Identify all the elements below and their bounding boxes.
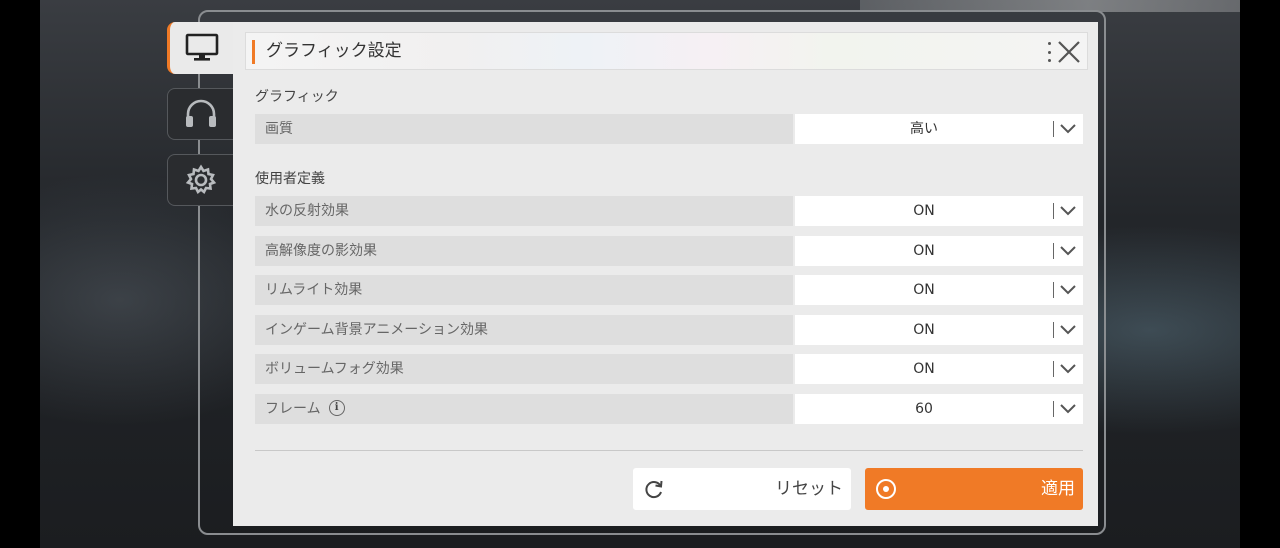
- dropdown-value: ON: [913, 243, 935, 259]
- dropdown-value: ON: [913, 361, 935, 377]
- divider: [255, 450, 1083, 451]
- dropdown-frame-rate[interactable]: 60: [795, 394, 1083, 424]
- row-label-hires-shadow: 高解像度の影効果: [255, 236, 793, 266]
- dropdown-value: ON: [913, 322, 935, 338]
- dropdown-quality[interactable]: 高い: [795, 114, 1083, 144]
- row-label-rim-light: リムライト効果: [255, 275, 793, 305]
- info-icon[interactable]: i: [328, 399, 345, 416]
- circle-dot-icon: [876, 479, 896, 499]
- refresh-icon: [645, 480, 663, 499]
- title-accent: [252, 40, 255, 64]
- row-label-quality: 画質: [255, 114, 793, 144]
- settings-panel: グラフィック設定 グラフィック 画質 高い 使用者定義 水の反射効果 ON 高解…: [233, 22, 1098, 526]
- chevron-down-icon: [1060, 206, 1076, 216]
- reset-button-label: リセット: [775, 479, 843, 499]
- letterbox-left: [0, 0, 40, 548]
- chevron-down-icon: [1060, 285, 1076, 295]
- chevron-down-icon: [1060, 325, 1076, 335]
- row-label-background-animation: インゲーム背景アニメーション効果: [255, 315, 793, 345]
- chevron-down-icon: [1060, 124, 1076, 134]
- tab-settings[interactable]: [167, 154, 233, 206]
- chevron-down-icon: [1060, 246, 1076, 256]
- dropdown-separator: [1053, 361, 1054, 377]
- dropdown-value: ON: [913, 203, 935, 219]
- dropdown-volume-fog[interactable]: ON: [795, 354, 1083, 384]
- dropdown-separator: [1053, 282, 1054, 298]
- dropdown-background-animation[interactable]: ON: [795, 315, 1083, 345]
- close-icon[interactable]: [1056, 39, 1082, 65]
- row-label-frame-rate: フレーム i: [255, 394, 793, 424]
- dropdown-separator: [1053, 121, 1054, 137]
- dropdown-value: 60: [915, 401, 933, 417]
- title-bar: グラフィック設定: [245, 32, 1088, 70]
- page-title: グラフィック設定: [266, 41, 402, 61]
- section-title-graphics: グラフィック: [255, 89, 339, 105]
- dropdown-rim-light[interactable]: ON: [795, 275, 1083, 305]
- row-label-text: フレーム: [265, 401, 321, 417]
- dropdown-separator: [1053, 203, 1054, 219]
- dropdown-hires-shadow[interactable]: ON: [795, 236, 1083, 266]
- headphones-icon: [185, 99, 216, 127]
- monitor-icon: [185, 33, 218, 61]
- dropdown-water-reflection[interactable]: ON: [795, 196, 1083, 226]
- tab-graphics[interactable]: [167, 22, 233, 74]
- chevron-down-icon: [1060, 404, 1076, 414]
- section-title-custom: 使用者定義: [255, 171, 325, 187]
- row-label-volume-fog: ボリュームフォグ効果: [255, 354, 793, 384]
- letterbox-right: [1240, 0, 1280, 548]
- row-label-water-reflection: 水の反射効果: [255, 196, 793, 226]
- dropdown-separator: [1053, 401, 1054, 417]
- dropdown-value: ON: [913, 282, 935, 298]
- tab-audio[interactable]: [167, 88, 233, 140]
- apply-button-label: 適用: [1041, 479, 1075, 499]
- more-options-icon[interactable]: [1046, 42, 1052, 62]
- dropdown-value: 高い: [910, 121, 938, 137]
- gear-icon: [185, 164, 216, 195]
- dropdown-separator: [1053, 243, 1054, 259]
- dropdown-separator: [1053, 322, 1054, 338]
- apply-button[interactable]: 適用: [865, 468, 1083, 510]
- chevron-down-icon: [1060, 364, 1076, 374]
- reset-button[interactable]: リセット: [633, 468, 851, 510]
